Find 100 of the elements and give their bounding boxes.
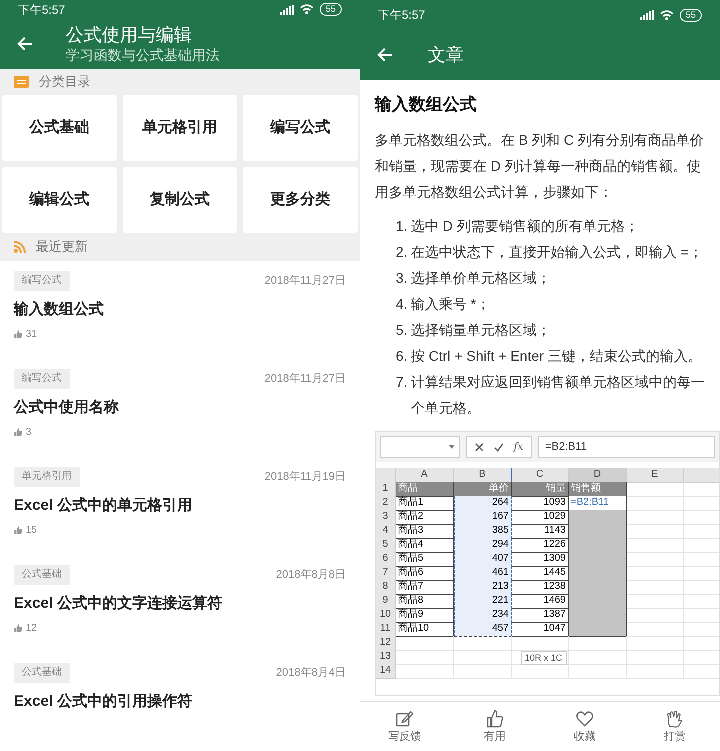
battery-level: 55 (320, 3, 342, 16)
row-header[interactable]: 5 (376, 538, 396, 553)
wifi-icon (660, 10, 674, 20)
table-cell: 457 (454, 622, 512, 637)
article-date: 2018年11月27日 (264, 372, 346, 387)
action-button[interactable]: 有用 (450, 702, 540, 751)
page-title: 公式使用与编辑 (66, 24, 193, 46)
thumbs-up-icon (486, 710, 504, 728)
category-tile[interactable]: 编写公式 (243, 95, 358, 162)
thumbs-up-icon (14, 428, 23, 438)
table-cell (454, 636, 512, 651)
category-tile[interactable]: 编辑公式 (2, 167, 117, 234)
section-heading: 最近更新 (36, 238, 88, 256)
row-header[interactable]: 11 (376, 622, 396, 637)
column-header[interactable]: B (454, 468, 512, 483)
table-cell: 商品 (396, 482, 454, 497)
formula-bar[interactable]: =B2:B11 (538, 436, 715, 458)
article-heading: 输入数组公式 (375, 94, 478, 116)
page-title: 文章 (428, 44, 464, 66)
table-cell: 221 (454, 594, 512, 609)
section-heading: 分类目录 (39, 73, 91, 92)
rss-icon (14, 241, 26, 254)
article-title[interactable]: Excel 公式中的单元格引用 (14, 495, 346, 518)
article-date: 2018年11月19日 (264, 470, 346, 485)
column-header[interactable] (684, 468, 719, 483)
column-header[interactable]: A (396, 468, 454, 483)
category-tag: 公式基础 (14, 663, 70, 684)
category-tile[interactable]: 单元格引用 (122, 95, 238, 162)
row-header[interactable]: 6 (376, 552, 396, 567)
selection-tooltip: 10R x 1C (521, 651, 567, 665)
back-arrow-icon (17, 36, 33, 52)
article-title[interactable]: Excel 公式中的引用操作符 (14, 691, 346, 714)
action-button[interactable]: 打赏 (630, 702, 720, 751)
check-icon (494, 442, 504, 452)
column-header[interactable]: D (569, 468, 627, 483)
article-title[interactable]: 公式中使用名称 (14, 397, 346, 420)
table-cell: 销量 (512, 482, 569, 497)
article-date: 2018年11月27日 (264, 274, 346, 289)
row-header[interactable]: 9 (376, 594, 396, 609)
thumbs-up-icon (14, 330, 23, 340)
step-text: 选择单价单元格区域； (411, 269, 551, 288)
column-header[interactable]: C (512, 468, 569, 483)
table-cell (627, 482, 684, 497)
function-label: fx (514, 440, 524, 454)
table-cell (627, 552, 684, 567)
table-cell: 单价 (454, 482, 512, 497)
table-cell (396, 664, 454, 679)
row-header[interactable]: 1 (376, 482, 396, 497)
step-text: 在选中状态下，直接开始输入公式，即输入 =； (411, 243, 704, 262)
article-title[interactable]: Excel 公式中的文字连接运算符 (14, 593, 346, 616)
step-text: 计算结果对应返回到销售额单元格区域中的每一个单元格。 (411, 373, 705, 418)
battery-level: 55 (680, 8, 702, 22)
step-number: 1. (396, 217, 409, 236)
row-header[interactable]: 12 (376, 636, 396, 651)
signal-icon (640, 10, 654, 20)
row-header[interactable]: 2 (376, 496, 396, 511)
row-header[interactable]: 7 (376, 566, 396, 581)
table-cell: 264 (454, 496, 512, 511)
row-header[interactable]: 14 (376, 664, 396, 679)
article-date: 2018年8月8日 (276, 568, 346, 583)
table-cell (569, 510, 627, 525)
table-cell (396, 636, 454, 651)
table-cell (569, 664, 627, 679)
heart-icon (576, 710, 594, 728)
like-count: 3 (26, 426, 32, 440)
table-cell: 234 (454, 608, 512, 623)
signal-icon (280, 4, 294, 15)
category-tag: 编写公式 (14, 369, 70, 390)
hand-icon (666, 710, 684, 728)
table-cell: 销售额 (569, 482, 627, 497)
row-header[interactable]: 4 (376, 524, 396, 539)
category-tile[interactable]: 复制公式 (122, 167, 238, 234)
step-number: 5. (396, 321, 409, 340)
column-header[interactable]: E (627, 468, 684, 483)
step-text: 选中 D 列需要销售额的所有单元格； (411, 217, 639, 236)
article-title[interactable]: 输入数组公式 (14, 299, 346, 322)
article-paragraph: 多单元格数组公式。在 B 列和 C 列有分别有商品单价和销量，现需要在 D 列计算每一种商品的销售额。使用多单元格数组公式计算，步骤如下： (375, 131, 705, 202)
table-cell (569, 622, 627, 637)
row-header[interactable]: 8 (376, 580, 396, 595)
table-cell: 407 (454, 552, 512, 567)
table-cell: 294 (454, 538, 512, 553)
row-header[interactable]: 10 (376, 608, 396, 623)
step-text: 选择销量单元格区域； (411, 321, 551, 340)
thumbs-up-icon (14, 624, 23, 634)
article-date: 2018年8月4日 (276, 666, 346, 681)
table-cell (627, 580, 684, 595)
category-tile[interactable]: 更多分类 (243, 167, 358, 234)
row-header[interactable]: 3 (376, 510, 396, 525)
select-all-corner[interactable] (376, 468, 396, 483)
category-tile[interactable]: 公式基础 (2, 95, 117, 162)
status-time: 下午5:57 (378, 7, 426, 24)
action-button[interactable]: 收藏 (540, 702, 630, 751)
thumbs-up-icon (14, 526, 23, 536)
action-button[interactable]: 写反馈 (360, 702, 450, 751)
like-count: 15 (26, 524, 38, 538)
name-box[interactable] (380, 436, 460, 458)
like-count: 31 (26, 328, 38, 342)
table-cell: =B2:B11 (569, 496, 627, 511)
table-cell: 167 (454, 510, 512, 525)
row-header[interactable]: 13 (376, 650, 396, 665)
